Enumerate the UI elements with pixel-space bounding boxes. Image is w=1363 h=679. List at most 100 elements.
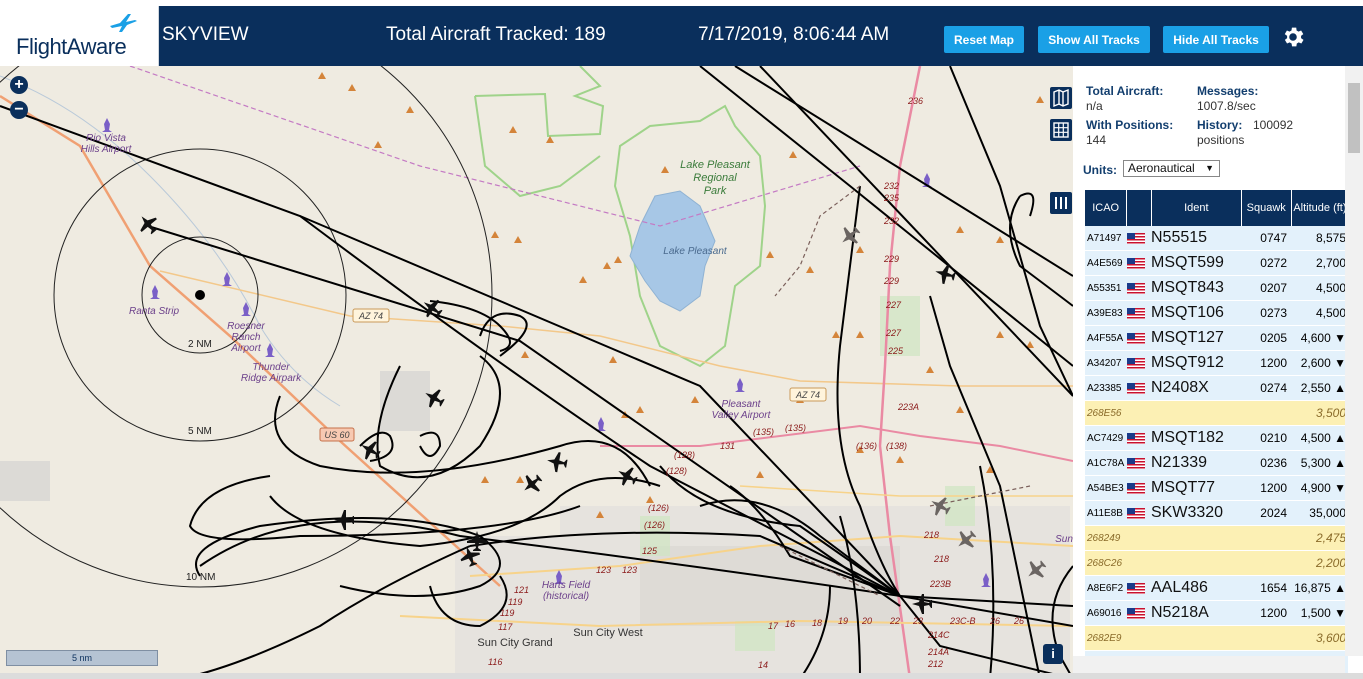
road-number: 227 (886, 328, 902, 338)
cell-altitude: 3,600 (1315, 631, 1346, 645)
cell-squawk: 0272 (1260, 256, 1287, 270)
cell-ident: MSQT77 (1151, 479, 1216, 496)
table-row[interactable]: 268E56 3,500 (1085, 401, 1348, 426)
col-icao[interactable]: ICAO (1085, 190, 1128, 226)
with-positions-label: With Positions: (1086, 118, 1174, 132)
units-select[interactable]: Aeronautical ▼ (1123, 160, 1220, 177)
road-number: 23 (913, 616, 924, 626)
cell-altitude: 8,575 (1315, 231, 1346, 245)
cell-squawk: 1200 (1260, 481, 1287, 495)
road-number: 121 (514, 585, 530, 595)
table-row[interactable]: 268C26 2,200 (1085, 551, 1348, 576)
cell-altitude: 2,200 (1315, 556, 1346, 570)
cell-altitude: 2,475 (1315, 531, 1346, 545)
zoom-out-button[interactable]: − (10, 101, 28, 119)
cell-icao: 268249 (1087, 532, 1121, 544)
map-view[interactable]: Rio Vista Hills Airport Ranta Strip Roes… (0, 66, 1073, 679)
label-sun-city-west: Sun City West (573, 627, 643, 639)
table-row[interactable]: A55351 MSQT843 0207 4,500 (1085, 276, 1348, 301)
road-number: (128) (666, 466, 688, 476)
cell-icao: A34207 (1087, 357, 1122, 369)
flag-icon (1127, 607, 1151, 619)
flag-icon (1127, 432, 1151, 444)
datetime: 7/17/2019, 8:06:44 AM (698, 24, 890, 45)
road-number: 19 (838, 616, 849, 626)
table-row[interactable]: A11E8B SKW3320 2024 35,000 (1085, 501, 1348, 526)
road-number: 229 (884, 254, 900, 264)
label-harts-field: Harts Field (historical) (541, 580, 591, 602)
with-positions-value: 144 (1086, 133, 1107, 147)
table-row[interactable]: AC7429 MSQT182 0210 4,500 ▲ (1085, 426, 1348, 451)
cell-altitude: 3,500 (1315, 406, 1346, 420)
cell-altitude: 2,600 ▼ (1300, 356, 1346, 370)
label-thunder-ridge: Thunder Ridge Airpark (240, 362, 302, 384)
cell-icao: A4F55A (1087, 332, 1124, 344)
label-sun: Sun (1055, 534, 1073, 545)
aircraft-table: ICAO Ident Squawk Altitude (ft) A71497 N5… (1085, 190, 1348, 676)
show-all-tracks-button[interactable]: Show All Tracks (1038, 26, 1150, 53)
cell-squawk: 0236 (1260, 456, 1287, 470)
map-layers-button[interactable] (1050, 87, 1072, 109)
road-number: 123 (596, 565, 612, 575)
col-flag[interactable] (1127, 190, 1152, 226)
table-row[interactable]: A23385 N2408X 0274 2,550 ▲ (1085, 376, 1348, 401)
cell-squawk: 1654 (1260, 581, 1287, 595)
cell-ident: N5218A (1151, 604, 1209, 621)
flag-icon (1127, 382, 1151, 394)
table-row[interactable]: A39E83 MSQT106 0273 4,500 (1085, 301, 1348, 326)
reset-map-button[interactable]: Reset Map (944, 26, 1024, 53)
cell-icao: A23385 (1087, 382, 1122, 394)
road-number: 26 (1014, 616, 1025, 626)
table-row[interactable]: A8E6F2 AAL486 1654 16,875 ▲ (1085, 576, 1348, 601)
table-row[interactable]: A4F55A MSQT127 0205 4,600 ▼ (1085, 326, 1348, 351)
table-row[interactable]: 268249 2,475 (1085, 526, 1348, 551)
cell-icao: A39E83 (1087, 307, 1123, 319)
road-number: 22 (890, 616, 901, 626)
cell-squawk: 0274 (1260, 381, 1287, 395)
cell-ident: N55515 (1151, 229, 1208, 246)
road-number: (126) (648, 503, 670, 513)
cell-ident: SKW3320 (1151, 504, 1224, 521)
col-altitude[interactable]: Altitude (ft) (1292, 190, 1348, 226)
panel-toggle-button[interactable] (1050, 192, 1072, 214)
flag-icon (1127, 582, 1151, 594)
road-number: 23C-B (950, 616, 976, 626)
info-button[interactable]: i (1043, 644, 1063, 664)
flag-icon (1127, 307, 1151, 319)
road-number: 214A (928, 647, 950, 657)
flightaware-logo[interactable]: FlightAware (0, 6, 159, 66)
hide-all-tracks-button[interactable]: Hide All Tracks (1163, 26, 1269, 53)
gear-icon[interactable] (1280, 24, 1306, 50)
shield-us60: US 60 (324, 430, 350, 440)
col-squawk[interactable]: Squawk (1242, 190, 1292, 226)
ring-label-10nm: 10 NM (186, 572, 216, 583)
road-number: 123 (622, 565, 638, 575)
cell-squawk: 0205 (1260, 331, 1287, 345)
table-row[interactable]: A34207 MSQT912 1200 2,600 ▼ (1085, 351, 1348, 376)
road-number: 119 (500, 608, 515, 618)
road-number: 214C (928, 630, 950, 640)
panel-horizontal-scrollbar[interactable] (1073, 656, 1345, 673)
road-number: 235 (884, 193, 900, 203)
road-number: (126) (644, 520, 666, 530)
table-row[interactable]: A71497 N55515 0747 8,575 (1085, 226, 1348, 251)
aircraft-panel: Total Aircraft: n/a Messages: 1007.8/sec… (1073, 66, 1363, 679)
table-row[interactable]: A54BE3 MSQT77 1200 4,900 ▼ (1085, 476, 1348, 501)
table-row[interactable]: A4E569 MSQT599 0272 2,700 (1085, 251, 1348, 276)
app-name: SKYVIEW (162, 24, 249, 45)
zoom-in-button[interactable]: + (10, 76, 28, 94)
col-ident[interactable]: Ident (1152, 190, 1242, 226)
road-number: 119 (508, 597, 523, 607)
total-tracked: Total Aircraft Tracked: 189 (386, 24, 606, 45)
scroll-thumb[interactable] (1348, 83, 1360, 153)
cell-ident: N21339 (1151, 454, 1208, 471)
flag-icon (1127, 457, 1151, 469)
cell-squawk: 0747 (1260, 231, 1287, 245)
table-row[interactable]: A1C78A N21339 0236 5,300 ▲ (1085, 451, 1348, 476)
grid-toggle-button[interactable] (1050, 119, 1072, 141)
table-row[interactable]: 2682E9 3,600 (1085, 626, 1348, 651)
panel-vertical-scrollbar[interactable] (1345, 66, 1363, 656)
cell-altitude: 35,000 (1309, 506, 1346, 520)
table-row[interactable]: A69016 N5218A 1200 1,500 ▼ (1085, 601, 1348, 626)
cell-altitude: 4,500 (1315, 281, 1346, 295)
